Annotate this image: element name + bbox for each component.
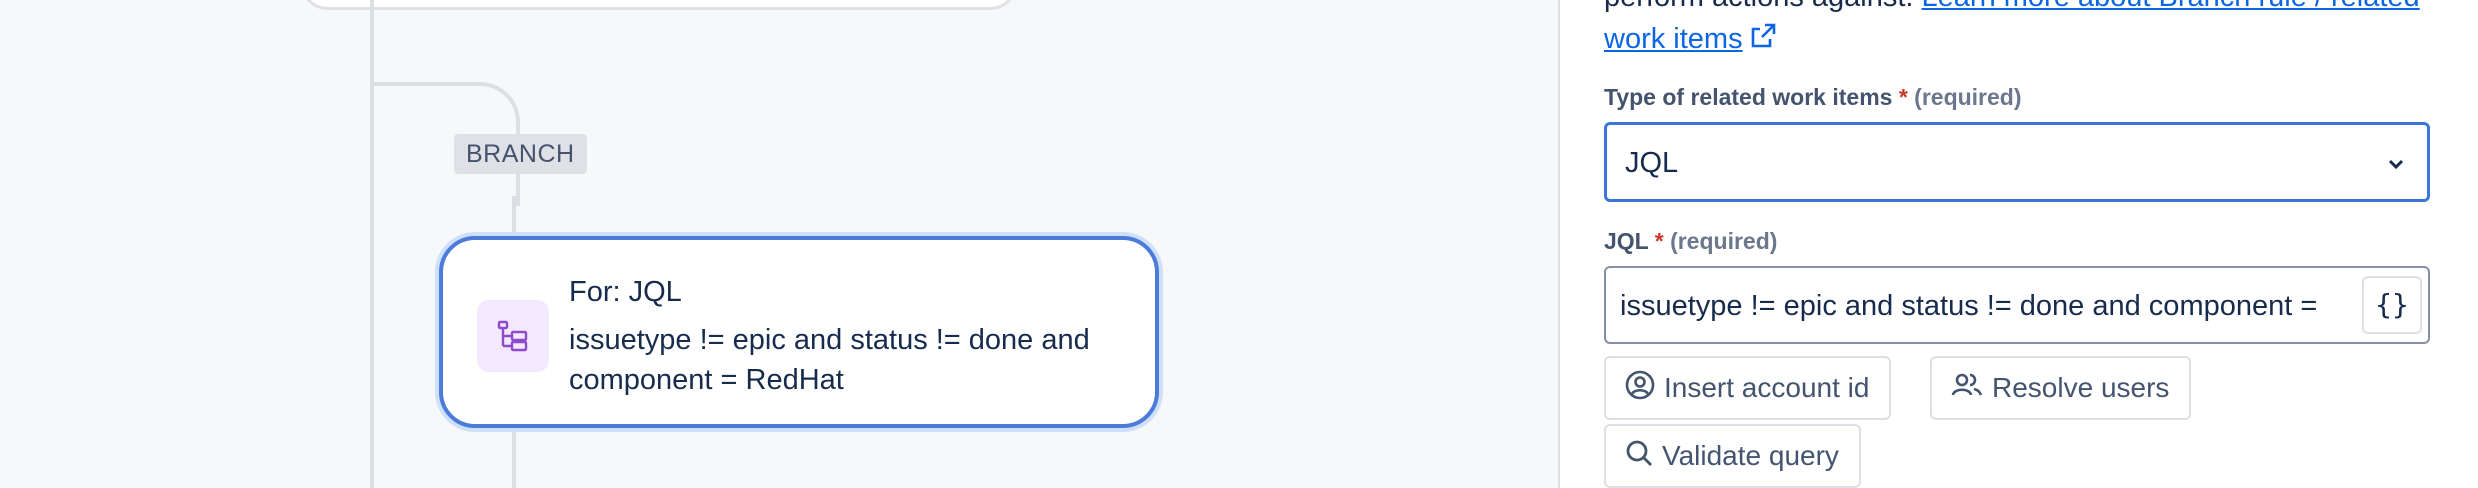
type-field-label: Type of related work items * (required) [1604, 84, 2022, 111]
flow-connector-main [370, 0, 374, 488]
previous-rule-node[interactable] [300, 0, 1018, 10]
required-text: (required) [1914, 84, 2022, 110]
required-text: (required) [1670, 228, 1778, 254]
resolve-users-button[interactable]: Resolve users [1930, 356, 2192, 420]
rule-canvas: BRANCH For: JQL issuetype != epic and st… [0, 0, 1558, 488]
chevron-down-icon [2385, 153, 2407, 180]
config-panel: perform actions against. Learn more abou… [1558, 0, 2478, 488]
branch-tree-icon [477, 300, 549, 372]
node-title: For: JQL [569, 276, 682, 308]
insert-account-id-button[interactable]: Insert account id [1604, 356, 1892, 420]
jql-input[interactable]: issuetype != epic and status != done and… [1604, 266, 2430, 344]
required-mark: * [1654, 228, 1664, 254]
jql-label-text: JQL [1604, 228, 1649, 254]
smart-values-button[interactable]: {} [2362, 276, 2422, 334]
external-link-icon [1749, 20, 1777, 62]
flow-connector-branch-down [512, 196, 516, 240]
help-text-prefix: perform actions against. [1604, 0, 1913, 13]
type-select[interactable]: JQL [1604, 122, 2430, 202]
branch-rule-node[interactable]: For: JQL issuetype != epic and status !=… [439, 236, 1159, 428]
help-text: perform actions against. Learn more abou… [1604, 0, 2424, 62]
branch-label: BRANCH [454, 134, 587, 174]
validate-query-label: Validate query [1662, 440, 1839, 471]
jql-input-value: issuetype != epic and status != done and… [1620, 290, 2318, 322]
user-circle-icon [1624, 369, 1664, 408]
type-label-text: Type of related work items [1604, 84, 1893, 110]
jql-field-label: JQL * (required) [1604, 228, 1777, 255]
people-icon [1950, 369, 1992, 408]
required-mark: * [1898, 84, 1908, 110]
type-select-value: JQL [1625, 147, 1679, 179]
node-jql-text: issuetype != epic and status != done and… [569, 324, 1090, 396]
resolve-users-label: Resolve users [1992, 372, 2170, 403]
search-icon [1624, 438, 1662, 475]
flow-connector-branch-below [512, 430, 516, 488]
validate-query-button[interactable]: Validate query [1604, 424, 1861, 488]
insert-account-id-label: Insert account id [1664, 372, 1870, 403]
